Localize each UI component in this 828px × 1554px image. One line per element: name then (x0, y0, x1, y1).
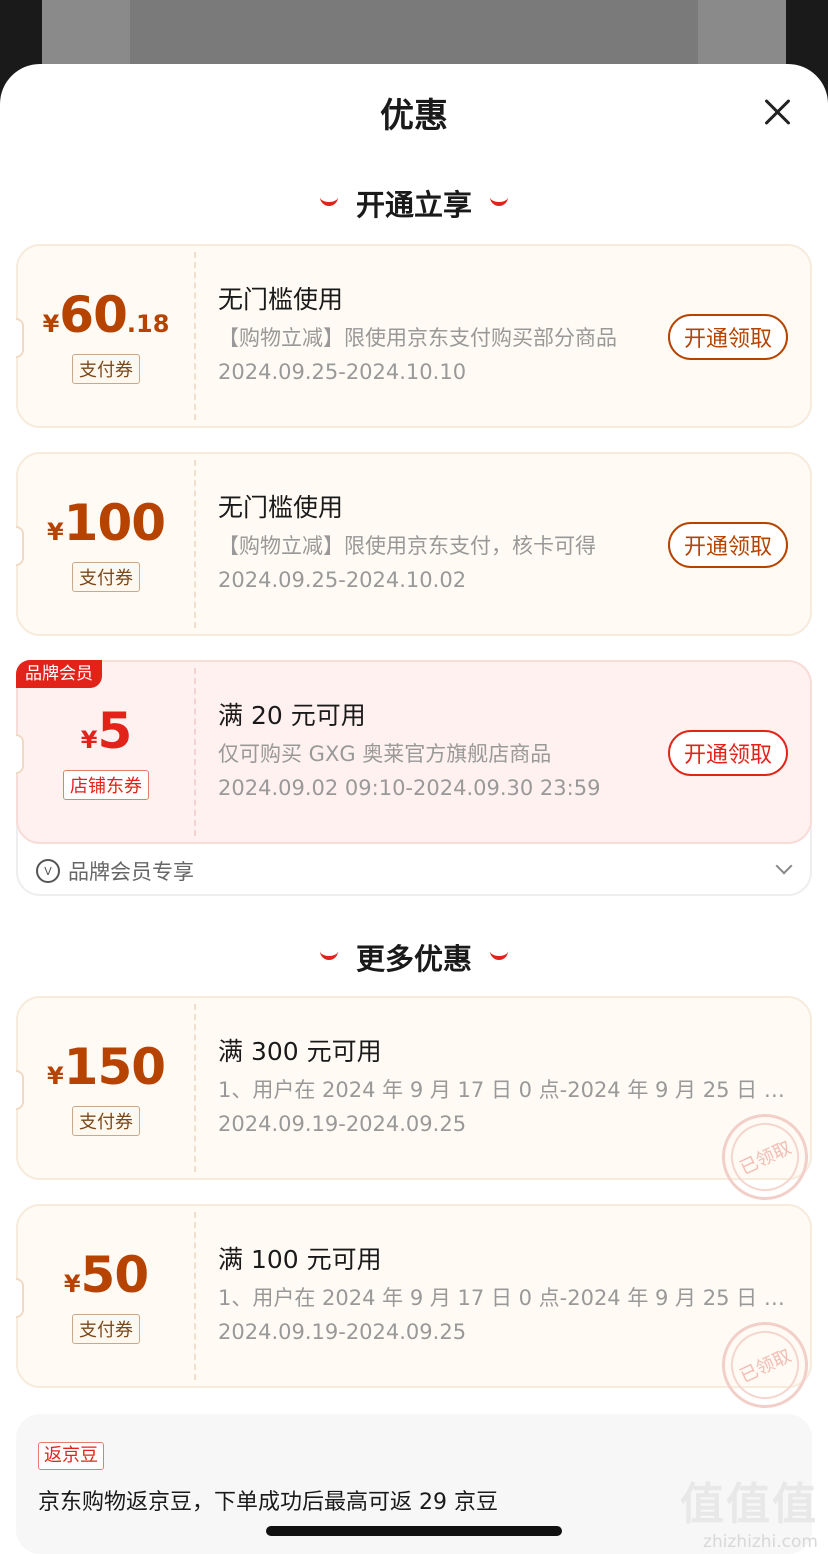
watermark-logo: 值值值 (680, 1479, 818, 1530)
coupon-condition: 满 20 元可用 (218, 701, 366, 730)
close-icon[interactable] (764, 98, 792, 126)
coupon-condition: 无门槛使用 (218, 285, 344, 314)
activate-claim-button[interactable]: 开通领取 (667, 730, 788, 776)
coupon-condition: 无门槛使用 (218, 493, 344, 522)
claimed-stamp-label: 已领取 (736, 1137, 795, 1180)
chevron-down-icon[interactable] (775, 857, 793, 875)
coupon-date: 2024.09.25-2024.10.10 (218, 360, 467, 384)
coupon-desc: 【购物立减】限使用京东支付购买部分商品 (218, 326, 617, 350)
home-indicator[interactable] (266, 1526, 562, 1536)
coupon-card: ¥100 支付券 无门槛使用 【购物立减】限使用京东支付，核卡可得 2024.0… (16, 452, 812, 636)
amount-value: 5 (97, 702, 132, 760)
currency-symbol: ¥ (42, 310, 60, 338)
watermark-domain: zhizhizhi.com (703, 1532, 818, 1552)
section-title-open-label: 开通立享 (355, 188, 472, 222)
brand-member-label: 品牌会员专享 (68, 860, 194, 884)
coupon-divider (194, 252, 196, 420)
coupon-card: ¥60.18 支付券 无门槛使用 【购物立减】限使用京东支付购买部分商品 202… (16, 244, 812, 428)
currency-symbol: ¥ (80, 726, 98, 754)
coupon-date: 2024.09.02 09:10-2024.09.30 23:59 (218, 776, 601, 800)
coupon-card: ¥150 支付券 满 300 元可用 1、用户在 2024 年 9 月 17 日… (16, 996, 823, 1215)
coupon-type-label: 店铺东券 (63, 770, 149, 800)
coupon-type-label: 支付券 (72, 1106, 140, 1136)
brand-member-badge: 品牌会员 (16, 660, 102, 688)
currency-symbol: ¥ (63, 1270, 81, 1298)
smile-icon (319, 196, 338, 206)
amount-value: 100 (63, 494, 166, 552)
section-title-more-label: 更多优惠 (355, 942, 472, 976)
coupon-desc: 1、用户在 2024 年 9 月 17 日 0 点-2024 年 9 月 25 … (218, 1286, 792, 1310)
amount-decimal: .18 (126, 310, 170, 338)
coupon-date: 2024.09.19-2024.09.25 (218, 1112, 467, 1136)
sheet-title: 优惠 (380, 96, 448, 136)
coupon-info: 满 100 元可用 1、用户在 2024 年 9 月 17 日 0 点-2024… (218, 1240, 792, 1344)
watermark: 值值值 zhizhizhi.com (680, 1468, 818, 1552)
smile-icon (490, 950, 508, 960)
coupon-condition: 满 300 元可用 (218, 1037, 382, 1066)
sheet-header: 优惠 (0, 64, 828, 160)
coupon-type: 支付券 (18, 1314, 194, 1344)
coupon-divider (194, 668, 196, 836)
section-title-more: 更多优惠 (0, 914, 828, 1000)
coupon-divider (194, 460, 196, 628)
coupon-card: ¥50 支付券 满 100 元可用 1、用户在 2024 年 9 月 17 日 … (16, 1204, 823, 1423)
jd-bean-text: 京东购物返京豆，下单成功后最高可返 29 京豆 (38, 1490, 498, 1515)
coupon-date: 2024.09.19-2024.09.25 (218, 1320, 467, 1344)
coupon-card-brand: ¥5 店铺东券 满 20 元可用 仅可购买 GXG 奥莱官方旗舰店商品 2024… (16, 660, 812, 844)
coupon-type-label: 支付券 (72, 562, 140, 592)
smile-icon (490, 196, 508, 206)
coupon-type: 支付券 (18, 354, 194, 384)
activate-claim-button[interactable]: 开通领取 (667, 522, 788, 568)
claimed-stamp-label: 已领取 (736, 1345, 795, 1388)
coupon-divider (194, 1212, 196, 1380)
coupon-amount: ¥50 (18, 1246, 194, 1304)
coupon-desc: 1、用户在 2024 年 9 月 17 日 0 点-2024 年 9 月 25 … (218, 1078, 792, 1102)
amount-value: 150 (63, 1038, 166, 1096)
jd-bean-tag: 返京豆 (38, 1442, 104, 1470)
coupon-sheet: 优惠 开通立享 ¥60.18 支付券 无门槛使用 【购物立减】限使用京东支付购买… (0, 64, 828, 1554)
amount-value: 60 (59, 286, 128, 344)
coupon-date: 2024.09.25-2024.10.02 (218, 568, 467, 592)
currency-symbol: ¥ (46, 1062, 64, 1090)
coupon-type: 支付券 (18, 562, 194, 592)
coupon-type: 店铺东券 (18, 770, 194, 800)
coupon-desc: 仅可购买 GXG 奥莱官方旗舰店商品 (218, 742, 552, 766)
coupon-amount: ¥150 (18, 1038, 194, 1096)
activate-claim-button[interactable]: 开通领取 (667, 314, 788, 360)
brand-member-row[interactable]: V 品牌会员专享 (36, 854, 796, 888)
coupon-condition: 满 100 元可用 (218, 1245, 382, 1274)
v-icon: V (36, 859, 60, 883)
coupon-amount: ¥60.18 (18, 286, 194, 344)
section-title-open: 开通立享 (0, 160, 828, 246)
amount-value: 50 (80, 1246, 150, 1304)
currency-symbol: ¥ (46, 518, 64, 546)
coupon-desc: 【购物立减】限使用京东支付，核卡可得 (218, 534, 596, 558)
coupon-amount: ¥100 (18, 494, 194, 552)
coupon-info: 满 300 元可用 1、用户在 2024 年 9 月 17 日 0 点-2024… (218, 1032, 792, 1136)
smile-icon (319, 950, 338, 960)
coupon-type-label: 支付券 (72, 1314, 140, 1344)
coupon-divider (194, 1004, 196, 1172)
coupon-type-label: 支付券 (72, 354, 140, 384)
coupon-amount: ¥5 (18, 702, 194, 760)
coupon-type: 支付券 (18, 1106, 194, 1136)
